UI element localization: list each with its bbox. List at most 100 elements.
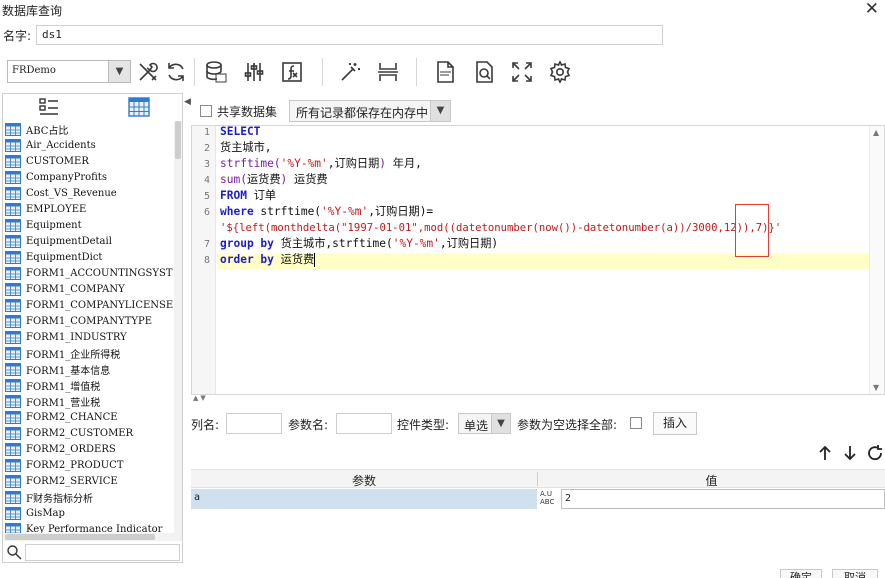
refresh-params-icon[interactable] (867, 444, 883, 462)
connection-select[interactable]: FRDemo ▼ (7, 60, 131, 83)
table-list-item[interactable]: FORM1_COMPANYLICENSE (3, 297, 173, 313)
param-name-label: 参数名: (288, 418, 329, 432)
table-icon (5, 426, 21, 440)
preview-search-icon[interactable] (470, 58, 498, 86)
collapse-panel-icon[interactable]: ◀ (184, 97, 191, 107)
cancel-button[interactable]: 取消 (832, 569, 878, 578)
sql-file-icon[interactable] (431, 58, 459, 86)
line-number: 1 (203, 127, 210, 138)
table-name: FORM2_PRODUCT (26, 459, 124, 471)
title-bar: 数据库查询 ✕ (0, 0, 885, 20)
table-list-item[interactable]: FORM1_INDUSTRY (3, 329, 173, 345)
control-type-select[interactable]: 单选 ▼ (458, 413, 511, 434)
table-list-item[interactable]: Key Performance Indicator (3, 521, 173, 533)
table-list-item[interactable]: FORM1_COMPANY (3, 281, 173, 297)
editor-scrollbar[interactable]: ▲ ▼ (869, 126, 884, 394)
arrow-up-icon[interactable] (817, 444, 833, 462)
table-list-item[interactable]: EMPLOYEE (3, 201, 173, 217)
table-list-item[interactable]: FORM2_CUSTOMER (3, 425, 173, 441)
resize-handle-icon[interactable]: ▲▼ (193, 394, 208, 402)
param-value-input[interactable]: 2 (561, 489, 885, 509)
table-list-item[interactable]: FORM2_ORDERS (3, 441, 173, 457)
table-list-item[interactable]: Equipment (3, 217, 173, 233)
table-list-item[interactable]: FORM2_PRODUCT (3, 457, 173, 473)
table-list-item[interactable]: F财务指标分析 (3, 489, 173, 505)
table-list-item[interactable]: Air_Accidents (3, 137, 173, 153)
sql-editor[interactable]: 1 2 3 4 5 6 7 8 SELECT 货主城市, strftime('%… (191, 125, 885, 395)
table-name: CUSTOMER (26, 155, 89, 167)
dataset-options: 共享数据集 所有记录都保存在内存中 ▼ (195, 100, 885, 122)
table-search-input[interactable] (25, 544, 180, 561)
sql-database-icon[interactable] (201, 58, 229, 86)
close-icon[interactable]: ✕ (865, 0, 879, 19)
table-list-item[interactable]: ABC占比 (3, 121, 173, 137)
table-name: Key Performance Indicator (26, 523, 163, 534)
table-icon (5, 266, 21, 280)
control-type-value: 单选 (464, 419, 489, 433)
table-list-item[interactable]: FORM2_CHANCE (3, 409, 173, 425)
table-name: CompanyProfits (26, 171, 107, 183)
table-list-item[interactable]: FORM1_ACCOUNTINGSYSTEM (3, 265, 173, 281)
arrow-down-icon[interactable] (842, 444, 858, 462)
table-list-item[interactable]: FORM2_SERVICE (3, 473, 173, 489)
table-list-item[interactable]: FORM1_企业所得税 (3, 345, 173, 361)
window-title: 数据库查询 (2, 4, 63, 18)
scroll-up-icon[interactable]: ▲ (873, 128, 879, 137)
list-view-icon[interactable] (37, 96, 61, 118)
param-name-cell[interactable]: a (191, 489, 537, 509)
table-icon (5, 218, 21, 232)
table-icon (5, 410, 21, 424)
param-name-input[interactable] (336, 413, 392, 434)
table-icon (5, 138, 21, 152)
formula-icon[interactable] (278, 58, 306, 86)
toolbar: FRDemo ▼ (0, 56, 885, 88)
ok-button[interactable]: 确定 (780, 569, 822, 578)
table-name: GisMap (26, 507, 65, 519)
scroll-down-icon[interactable]: ▼ (873, 383, 879, 392)
code-line: 货主城市, (220, 141, 272, 154)
table-list-hscrollbar[interactable] (3, 533, 182, 541)
table-list-item[interactable]: FORM1_营业税 (3, 393, 173, 409)
table-list-item[interactable]: EquipmentDetail (3, 233, 173, 249)
share-dataset-checkbox[interactable] (200, 105, 212, 117)
table-list-item[interactable]: FORM1_基本信息 (3, 361, 173, 377)
insert-button[interactable]: 插入 (653, 412, 697, 435)
table-name: F财务指标分析 (26, 493, 93, 505)
table-name: FORM2_CUSTOMER (26, 427, 134, 439)
panel-tabs (3, 94, 182, 120)
table-list-item[interactable]: FORM1_COMPANYTYPE (3, 313, 173, 329)
table-list-item[interactable]: Cost_VS_Revenue (3, 185, 173, 201)
settings-gear-icon[interactable] (546, 58, 574, 86)
table-list-scrollbar[interactable] (174, 121, 182, 533)
table-icon (5, 154, 21, 168)
code-line: '${left(monthdelta("1997-01-01",mod((dat… (220, 222, 782, 234)
table-name: EquipmentDetail (26, 235, 112, 247)
search-icon (7, 545, 22, 560)
table-name: FORM1_基本信息 (26, 365, 111, 377)
table-name: FORM1_COMPANYLICENSE (26, 299, 173, 311)
refresh-icon[interactable] (162, 58, 190, 86)
table-view-icon[interactable] (127, 96, 151, 118)
table-icon (5, 522, 21, 533)
table-list-item[interactable]: CompanyProfits (3, 169, 173, 185)
fullscreen-icon[interactable] (508, 58, 536, 86)
page-break-icon[interactable] (374, 58, 402, 86)
line-number: 5 (203, 191, 210, 202)
table-row[interactable]: a A.U ABC 2 (191, 489, 885, 509)
table-name: FORM1_营业税 (26, 397, 101, 409)
empty-select-all-checkbox[interactable] (630, 417, 642, 429)
column-name-label: 列名: (191, 418, 220, 432)
table-icon (5, 474, 21, 488)
name-input[interactable]: ds1 (36, 25, 663, 45)
table-list-item[interactable]: GisMap (3, 505, 173, 521)
value-type-icon[interactable]: A.U ABC (538, 490, 560, 508)
table-list-item[interactable]: EquipmentDict (3, 249, 173, 265)
column-name-input[interactable] (226, 413, 282, 434)
magic-wand-icon[interactable] (336, 58, 364, 86)
adjust-sliders-icon[interactable] (240, 58, 268, 86)
table-list-item[interactable]: CUSTOMER (3, 153, 173, 169)
cache-mode-select[interactable]: 所有记录都保存在内存中 ▼ (289, 100, 451, 122)
table-list-item[interactable]: FORM1_增值税 (3, 377, 173, 393)
tools-icon[interactable] (134, 58, 162, 86)
table-icon (5, 394, 21, 408)
